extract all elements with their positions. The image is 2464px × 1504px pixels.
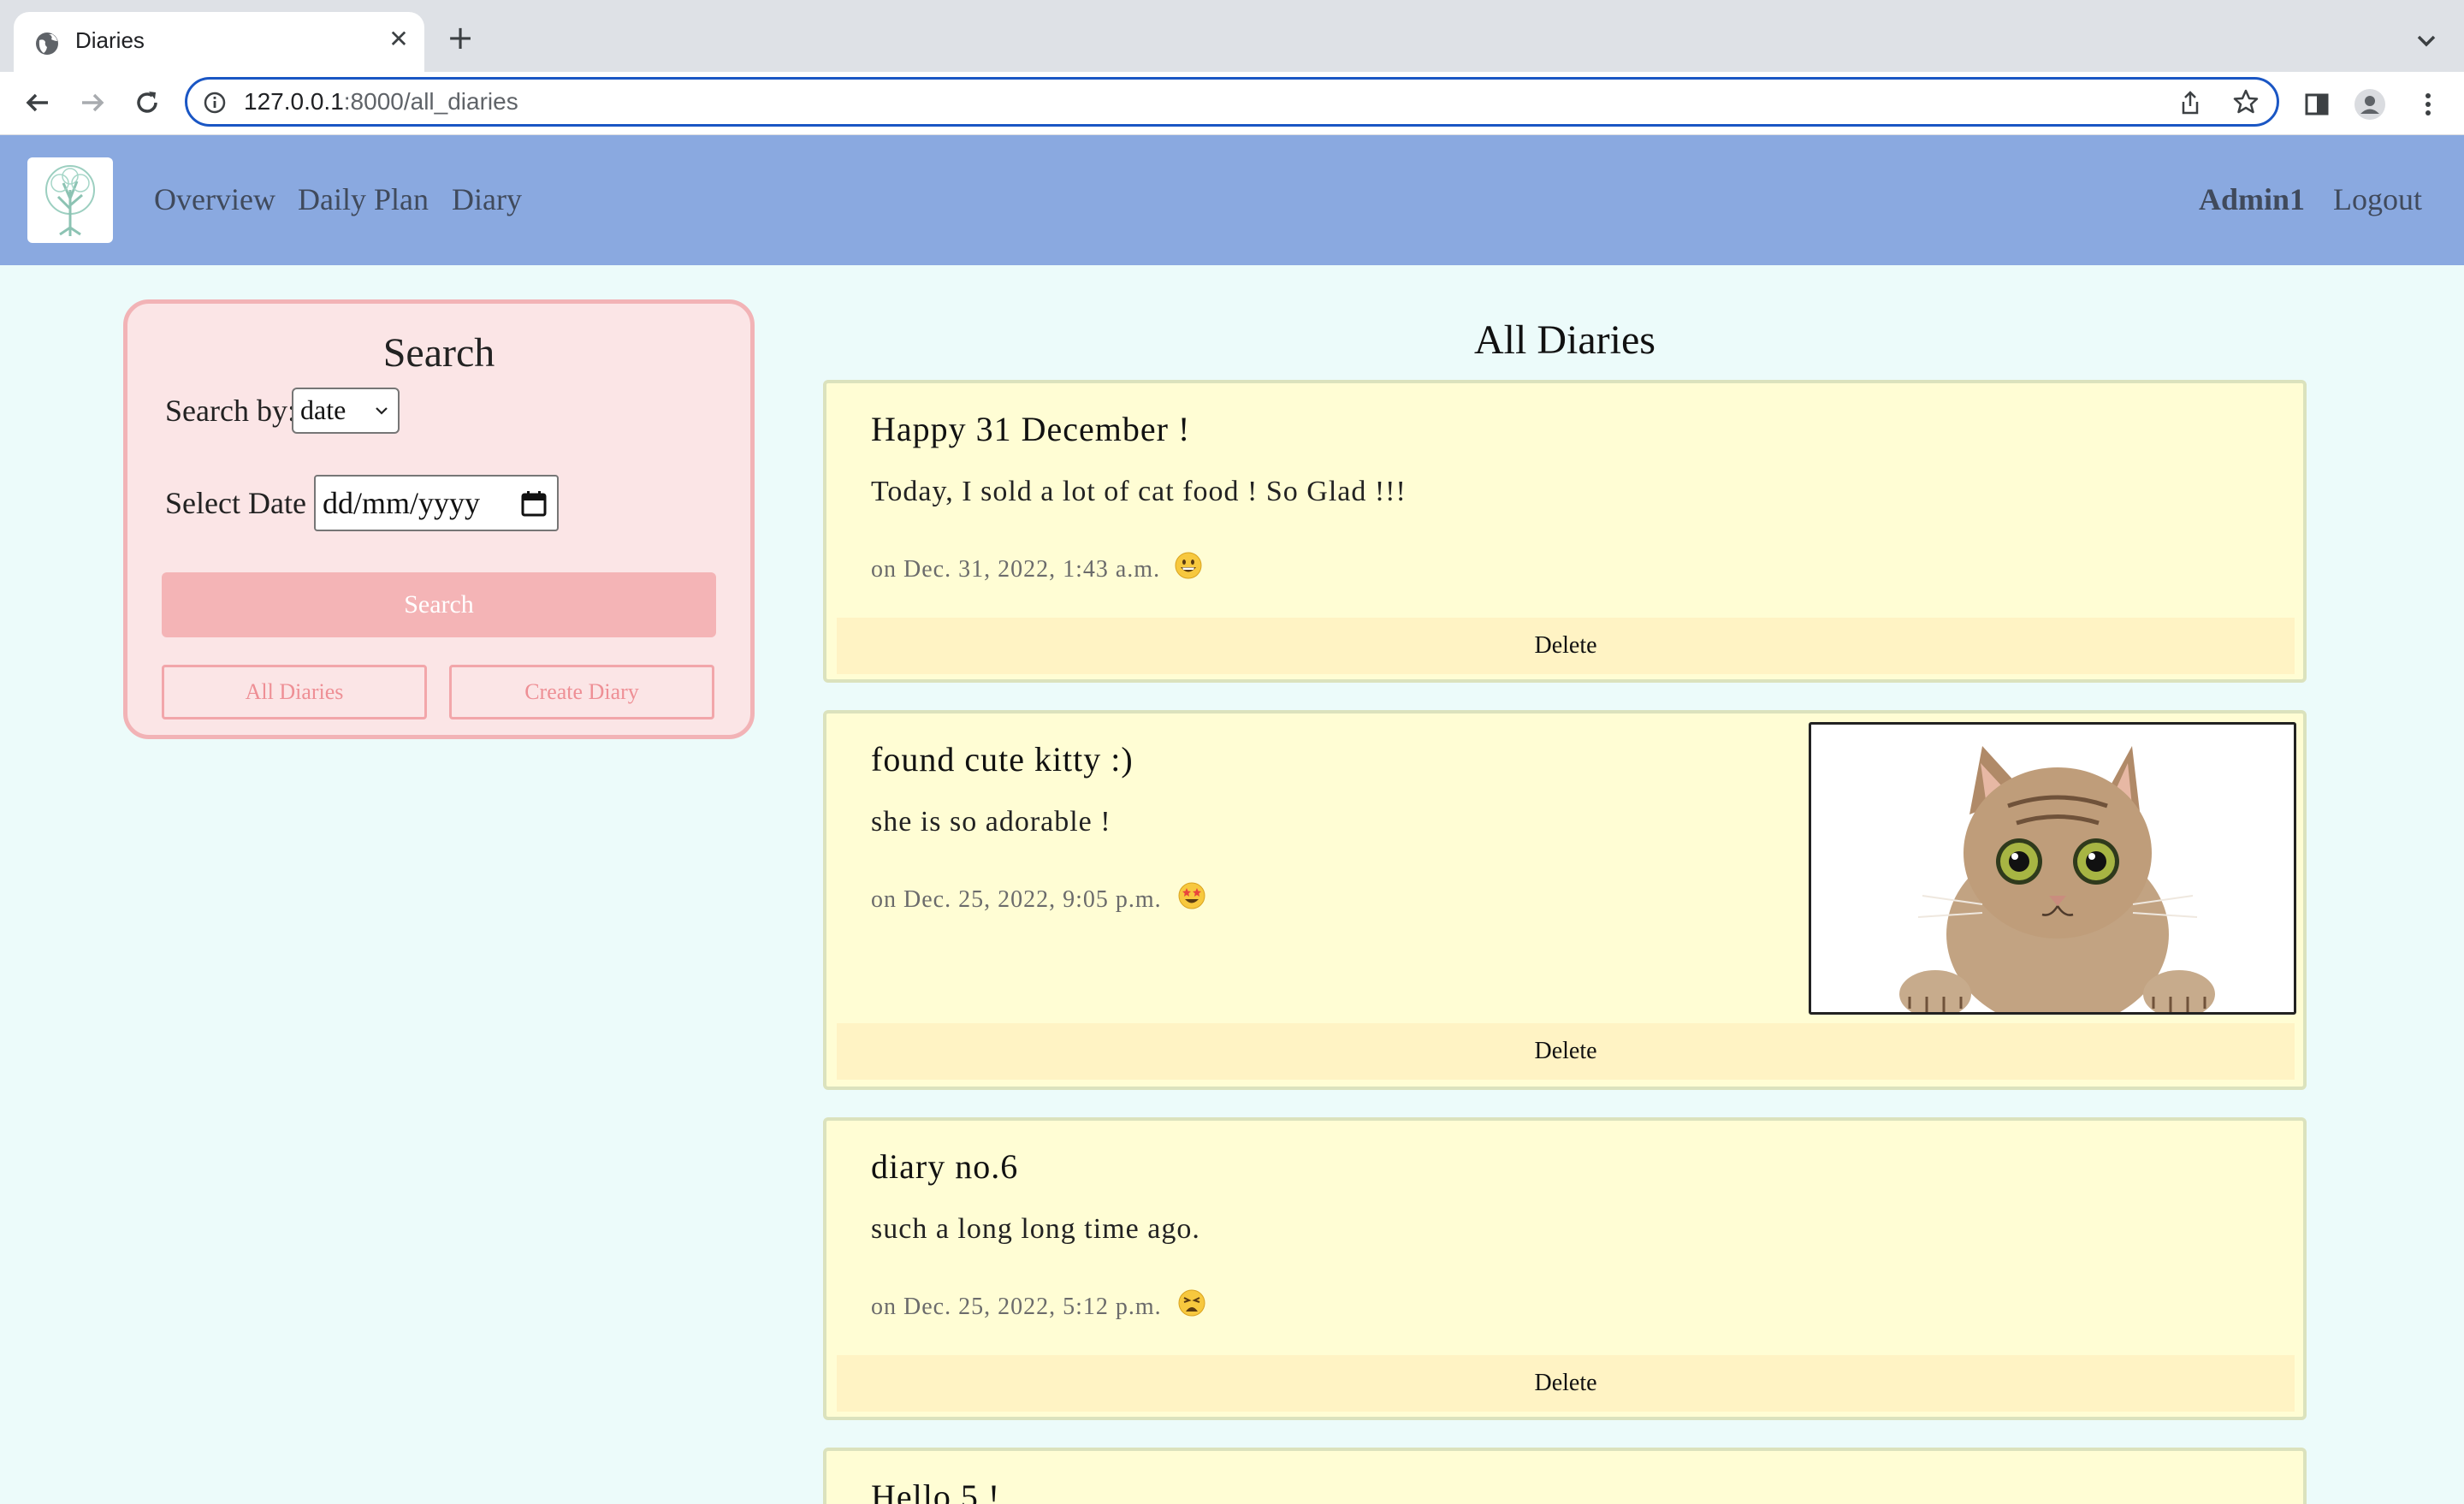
diary-text: such a long long time ago. <box>871 1213 1200 1245</box>
tab-title: Diaries <box>75 27 145 53</box>
diary-text: she is so adorable ! <box>871 806 1111 838</box>
search-by-value: date <box>300 394 346 425</box>
share-icon[interactable] <box>2177 90 2203 115</box>
nav-daily-plan-link[interactable]: Daily Plan <box>298 181 429 217</box>
grinning-face-emoji-icon <box>1175 552 1202 579</box>
diary-date: on Dec. 31, 2022, 1:43 a.m. <box>871 556 1161 583</box>
star-struck-emoji-icon <box>1178 882 1205 909</box>
delete-button[interactable]: Delete <box>837 1023 2295 1080</box>
chevron-down-icon[interactable] <box>2409 24 2443 58</box>
nav-overview-link[interactable]: Overview <box>154 181 275 217</box>
reload-icon[interactable] <box>128 84 166 121</box>
info-icon[interactable] <box>203 91 227 115</box>
diary-date: on Dec. 25, 2022, 9:05 p.m. <box>871 886 1162 913</box>
diary-title: diary no.6 <box>871 1147 1019 1186</box>
side-panel-icon[interactable] <box>2300 87 2334 121</box>
diary-card: diary no.6 such a long long time ago. on… <box>823 1117 2307 1420</box>
forward-arrow-icon[interactable] <box>74 84 111 121</box>
more-menu-icon[interactable] <box>2411 87 2445 121</box>
browser-toolbar: 127.0.0.1:8000/all_diaries <box>0 72 2464 135</box>
diary-date: on Dec. 25, 2022, 5:12 p.m. <box>871 1294 1162 1320</box>
browser-tab-bar: Diaries ✕ + <box>0 0 2464 72</box>
browser-tab[interactable]: Diaries ✕ <box>14 12 424 72</box>
delete-button[interactable]: Delete <box>837 1355 2295 1412</box>
diary-card: Hello 5 ! <box>823 1448 2307 1504</box>
page-title: All Diaries <box>1474 317 1656 363</box>
select-date-label: Select Date : <box>165 486 323 520</box>
nav-diary-link[interactable]: Diary <box>452 181 522 217</box>
chevron-down-icon <box>376 407 388 415</box>
diary-title: found cute kitty :) <box>871 740 1134 779</box>
cat-photo-drawing <box>1811 725 2294 1012</box>
date-input[interactable]: dd/mm/yyyy <box>314 475 559 531</box>
back-arrow-icon[interactable] <box>19 84 56 121</box>
date-placeholder: dd/mm/yyyy <box>323 486 481 520</box>
search-by-label: Search by: <box>165 394 296 428</box>
bookmark-star-icon[interactable] <box>2232 88 2260 115</box>
diary-card: Happy 31 December ! Today, I sold a lot … <box>823 380 2307 683</box>
app-navbar: Overview Daily Plan Diary Admin1 Logout <box>0 135 2464 265</box>
profile-avatar-icon[interactable] <box>2353 87 2387 121</box>
create-diary-button[interactable]: Create Diary <box>449 665 714 719</box>
all-diaries-button[interactable]: All Diaries <box>162 665 427 719</box>
cat-photo <box>1809 722 2296 1015</box>
new-tab-icon[interactable]: + <box>443 21 477 55</box>
search-panel: Search Search by: date Select Date : dd/… <box>123 299 755 739</box>
globe-icon <box>36 33 58 55</box>
tree-logo[interactable] <box>27 157 113 243</box>
search-button[interactable]: Search <box>162 572 716 637</box>
search-title: Search <box>382 330 495 376</box>
search-by-select[interactable]: date <box>292 388 400 434</box>
tired-face-emoji-icon <box>1178 1289 1205 1317</box>
tree-icon <box>45 165 95 236</box>
logout-link[interactable]: Logout <box>2333 181 2422 217</box>
calendar-icon[interactable] <box>519 489 548 518</box>
diary-title: Happy 31 December ! <box>871 410 1191 448</box>
diary-title: Hello 5 ! <box>871 1477 1001 1504</box>
url-text[interactable]: 127.0.0.1:8000/all_diaries <box>244 88 518 115</box>
address-bar[interactable]: 127.0.0.1:8000/all_diaries <box>185 77 2279 127</box>
nav-user-link[interactable]: Admin1 <box>2199 181 2305 217</box>
delete-button[interactable]: Delete <box>837 618 2295 674</box>
diary-text: Today, I sold a lot of cat food ! So Gla… <box>871 476 1407 507</box>
diary-card: found cute kitty :) she is so adorable !… <box>823 710 2307 1090</box>
close-tab-icon[interactable]: ✕ <box>383 24 414 55</box>
